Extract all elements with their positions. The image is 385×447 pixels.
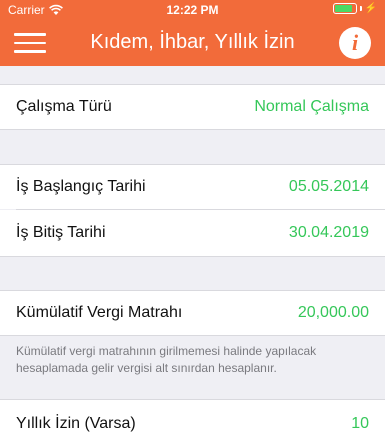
annual-leave-value[interactable]: 10 [351, 415, 369, 433]
work-type-row[interactable]: Çalışma Türü Normal Çalışma [0, 85, 385, 129]
page-title: Kıdem, İhbar, Yıllık İzin [90, 31, 295, 53]
start-date-value[interactable]: 05.05.2014 [289, 178, 369, 196]
section-divider [0, 335, 385, 336]
info-icon[interactable]: i [339, 27, 371, 59]
start-date-row[interactable]: İş Başlangıç Tarihi 05.05.2014 [0, 165, 385, 209]
cumulative-tax-base-value[interactable]: 20,000.00 [298, 304, 369, 322]
start-date-label: İş Başlangıç Tarihi [16, 178, 146, 195]
battery-indicator: ⚡ [332, 3, 377, 14]
annual-leave-row[interactable]: Yıllık İzin (Varsa) 10 [0, 400, 385, 447]
cumulative-tax-base-row[interactable]: Kümülatif Vergi Matrahı 20,000.00 [0, 291, 385, 335]
work-type-value[interactable]: Normal Çalışma [254, 98, 369, 116]
section-divider [0, 129, 385, 130]
battery-icon [332, 3, 357, 14]
top-bar: Carrier 12:22 PM ⚡ Kıdem, İhbar, Yıllık … [0, 0, 385, 66]
annual-leave-label: Yıllık İzin (Varsa) [16, 414, 136, 432]
navigation-bar: Kıdem, İhbar, Yıllık İzin i [0, 20, 385, 66]
cumulative-tax-base-label: Kümülatif Vergi Matrahı [16, 304, 183, 321]
charging-bolt-icon: ⚡ [364, 3, 377, 14]
section-divider [0, 256, 385, 257]
status-time: 12:22 PM [166, 3, 219, 17]
end-date-label: İş Bitiş Tarihi [16, 224, 106, 241]
status-bar: Carrier 12:22 PM ⚡ [0, 0, 385, 20]
end-date-row[interactable]: İş Bitiş Tarihi 30.04.2019 [0, 210, 385, 256]
tax-base-footnote: Kümülatif vergi matrahının girilmemesi h… [16, 344, 317, 375]
end-date-value[interactable]: 30.04.2019 [289, 224, 369, 242]
work-type-label: Çalışma Türü [16, 98, 112, 115]
